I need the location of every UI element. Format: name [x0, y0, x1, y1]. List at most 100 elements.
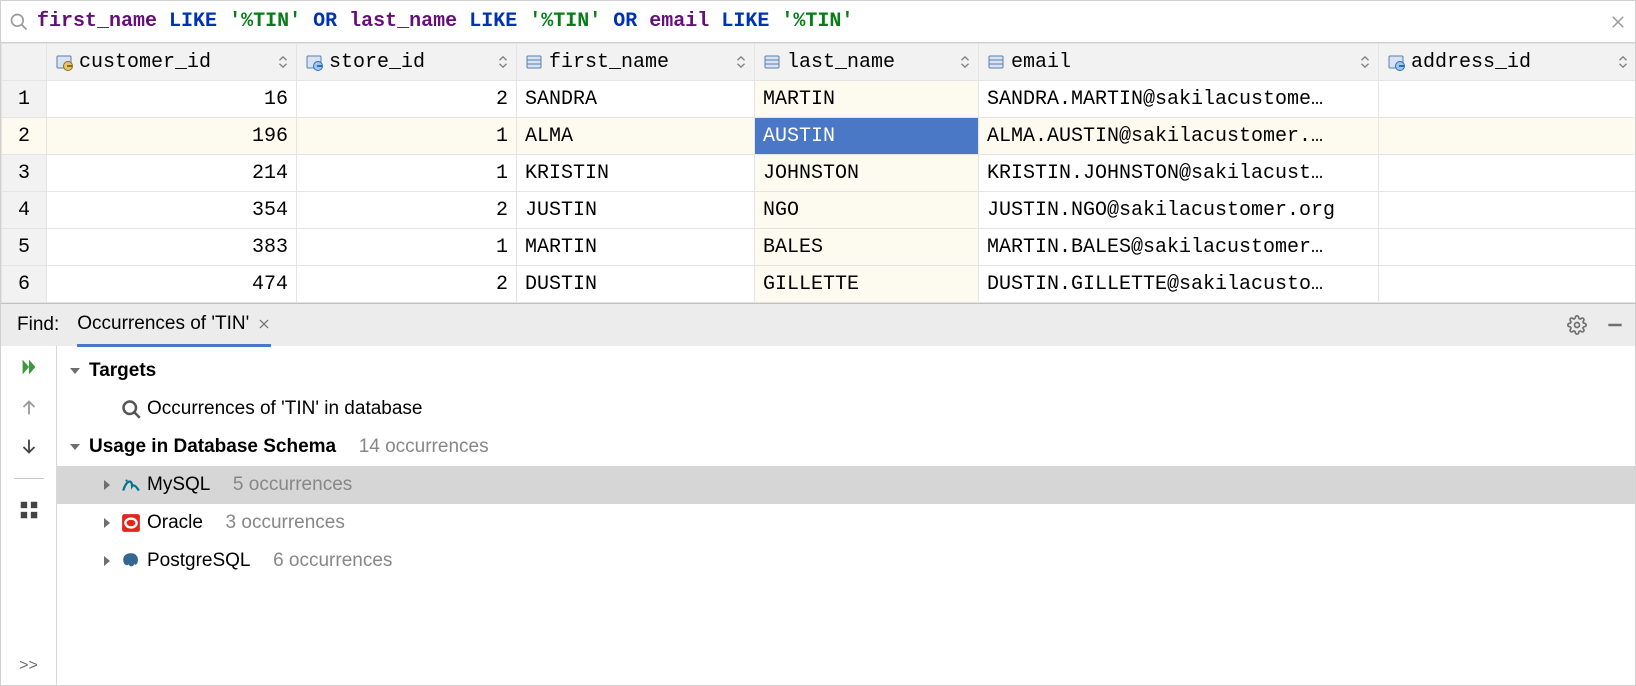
table-row[interactable]: 53831MARTINBALESMARTIN.BALES@sakilacusto… — [2, 229, 1636, 266]
cell-store_id[interactable]: 1 — [297, 155, 517, 192]
row-number[interactable]: 5 — [2, 229, 47, 266]
column-header-store_id[interactable]: store_id — [297, 44, 517, 81]
column-header-first_name[interactable]: first_name — [517, 44, 755, 81]
filter-expression[interactable]: first_name LIKE '%TIN' OR last_name LIKE… — [37, 10, 1601, 33]
column-header-last_name[interactable]: last_name — [755, 44, 979, 81]
cell-customer_id[interactable]: 383 — [47, 229, 297, 266]
find-panel: Find: Occurrences of 'TIN' >> TargetsOcc… — [1, 303, 1635, 685]
cell-last_name[interactable]: JOHNSTON — [755, 155, 979, 192]
cell-email[interactable]: ALMA.AUSTIN@sakilacustomer.… — [979, 118, 1379, 155]
find-tree[interactable]: TargetsOccurrences of 'TIN' in databaseU… — [57, 346, 1635, 685]
close-icon[interactable] — [1609, 13, 1627, 31]
row-number[interactable]: 6 — [2, 266, 47, 303]
cell-first_name[interactable]: KRISTIN — [517, 155, 755, 192]
table-row[interactable]: 1162SANDRAMARTINSANDRA.MARTIN@sakilacust… — [2, 81, 1636, 118]
cell-customer_id[interactable]: 474 — [47, 266, 297, 303]
cell-email[interactable]: DUSTIN.GILLETTE@sakilacusto… — [979, 266, 1379, 303]
cell-customer_id[interactable]: 196 — [47, 118, 297, 155]
row-number[interactable]: 1 — [2, 81, 47, 118]
cell-last_name[interactable]: GILLETTE — [755, 266, 979, 303]
row-number[interactable]: 3 — [2, 155, 47, 192]
cell-store_id[interactable]: 1 — [297, 118, 517, 155]
minimize-icon[interactable] — [1605, 315, 1625, 335]
cell-first_name[interactable]: SANDRA — [517, 81, 755, 118]
sort-icon[interactable] — [734, 55, 748, 69]
sort-icon[interactable] — [1358, 55, 1372, 69]
oracle-icon — [121, 513, 141, 533]
row-number[interactable]: 2 — [2, 118, 47, 155]
cell-store_id[interactable]: 2 — [297, 192, 517, 229]
group-icon[interactable] — [18, 499, 40, 521]
column-name: address_id — [1411, 51, 1531, 74]
up-arrow-icon[interactable] — [18, 396, 40, 418]
cell-first_name[interactable]: DUSTIN — [517, 266, 755, 303]
data-grid: customer_id store_id first_name last_name em… — [1, 43, 1635, 303]
cell-store_id[interactable]: 2 — [297, 81, 517, 118]
tree-targets[interactable]: Targets — [57, 352, 1635, 390]
postgres-icon — [121, 551, 141, 571]
close-icon[interactable] — [257, 317, 271, 331]
table-row[interactable]: 64742DUSTINGILLETTEDUSTIN.GILLETTE@sakil… — [2, 266, 1636, 303]
column-col-icon — [763, 53, 781, 71]
twisty-right-icon[interactable] — [99, 553, 115, 569]
column-header-customer_id[interactable]: customer_id — [47, 44, 297, 81]
gear-icon[interactable] — [1567, 315, 1587, 335]
tab-label: Occurrences of 'TIN' — [77, 313, 249, 335]
cell-email[interactable]: JUSTIN.NGO@sakilacustomer.org — [979, 192, 1379, 229]
tree-db-postgres[interactable]: PostgreSQL 6 occurrences — [57, 542, 1635, 580]
run-icon[interactable] — [18, 356, 40, 378]
tree-db-mysql[interactable]: MySQL 5 occurrences — [57, 466, 1635, 504]
tree-targets-sub[interactable]: Occurrences of 'TIN' in database — [57, 390, 1635, 428]
cell-first_name[interactable]: MARTIN — [517, 229, 755, 266]
cell-customer_id[interactable]: 16 — [47, 81, 297, 118]
table-row[interactable]: 43542JUSTINNGOJUSTIN.NGO@sakilacustomer.… — [2, 192, 1636, 229]
twisty-right-icon[interactable] — [99, 515, 115, 531]
twisty-down-icon[interactable] — [67, 363, 83, 379]
twisty-down-icon[interactable] — [67, 439, 83, 455]
sort-icon[interactable] — [496, 55, 510, 69]
cell-last_name[interactable]: AUSTIN — [755, 118, 979, 155]
tab-occurrences[interactable]: Occurrences of 'TIN' — [77, 305, 271, 347]
cell-customer_id[interactable]: 354 — [47, 192, 297, 229]
column-header-email[interactable]: email — [979, 44, 1379, 81]
row-number-header — [2, 44, 47, 81]
sort-icon[interactable] — [1616, 55, 1630, 69]
column-name: first_name — [549, 51, 669, 74]
grid-header-row: customer_id store_id first_name last_name em… — [2, 44, 1636, 81]
find-tabs-bar: Find: Occurrences of 'TIN' — [1, 304, 1635, 346]
cell-email[interactable]: KRISTIN.JOHNSTON@sakilacust… — [979, 155, 1379, 192]
sort-icon[interactable] — [276, 55, 290, 69]
column-name: last_name — [787, 51, 895, 74]
cell-address_id[interactable] — [1379, 229, 1636, 266]
cell-last_name[interactable]: MARTIN — [755, 81, 979, 118]
tree-usage[interactable]: Usage in Database Schema 14 occurrences — [57, 428, 1635, 466]
sort-icon[interactable] — [958, 55, 972, 69]
column-fk-icon — [305, 53, 323, 71]
tree-db-oracle[interactable]: Oracle 3 occurrences — [57, 504, 1635, 542]
cell-customer_id[interactable]: 214 — [47, 155, 297, 192]
cell-last_name[interactable]: BALES — [755, 229, 979, 266]
column-pk-icon — [55, 53, 73, 71]
down-arrow-icon[interactable] — [18, 436, 40, 458]
cell-first_name[interactable]: ALMA — [517, 118, 755, 155]
table-row[interactable]: 21961ALMAAUSTINALMA.AUSTIN@sakilacustome… — [2, 118, 1636, 155]
cell-store_id[interactable]: 1 — [297, 229, 517, 266]
cell-address_id[interactable] — [1379, 155, 1636, 192]
cell-first_name[interactable]: JUSTIN — [517, 192, 755, 229]
column-name: store_id — [329, 51, 425, 74]
column-header-address_id[interactable]: address_id — [1379, 44, 1636, 81]
more-button[interactable]: >> — [19, 657, 38, 675]
mysql-icon — [121, 475, 141, 495]
row-number[interactable]: 4 — [2, 192, 47, 229]
column-fk-icon — [1387, 53, 1405, 71]
cell-address_id[interactable] — [1379, 81, 1636, 118]
cell-email[interactable]: MARTIN.BALES@sakilacustomer… — [979, 229, 1379, 266]
cell-last_name[interactable]: NGO — [755, 192, 979, 229]
cell-store_id[interactable]: 2 — [297, 266, 517, 303]
cell-address_id[interactable] — [1379, 192, 1636, 229]
cell-email[interactable]: SANDRA.MARTIN@sakilacustome… — [979, 81, 1379, 118]
cell-address_id[interactable] — [1379, 266, 1636, 303]
cell-address_id[interactable] — [1379, 118, 1636, 155]
table-row[interactable]: 32141KRISTINJOHNSTONKRISTIN.JOHNSTON@sak… — [2, 155, 1636, 192]
twisty-right-icon[interactable] — [99, 477, 115, 493]
